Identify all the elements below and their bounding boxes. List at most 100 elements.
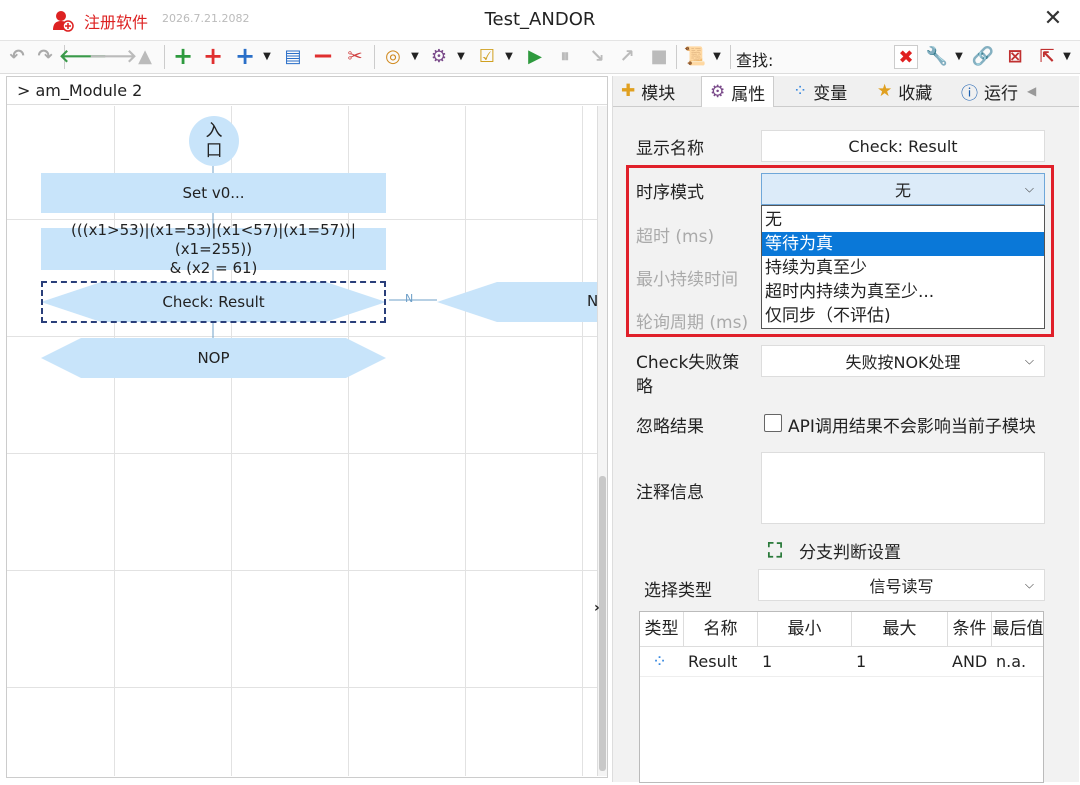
row-last-value[interactable]: n.a. <box>992 648 1026 676</box>
row-name[interactable]: Result <box>684 648 737 676</box>
ignore-result-label: 忽略结果 <box>636 417 704 437</box>
gear-icon[interactable]: ⚙ <box>428 45 450 67</box>
stop-icon[interactable]: ■ <box>648 45 670 67</box>
fail-policy-label: Check失败策 <box>636 353 740 373</box>
gear-icon: ⚙ <box>710 82 726 102</box>
target-icon[interactable]: ◎ <box>382 45 404 67</box>
column-header-condition[interactable]: 条件 <box>948 612 992 646</box>
chevron-down-icon[interactable]: ▼ <box>706 45 728 67</box>
arrow-up-icon[interactable]: ▲ <box>134 45 156 67</box>
chevron-down-icon[interactable]: ▼ <box>948 45 970 67</box>
tab-favorites[interactable]: ★ 收藏 <box>877 76 932 106</box>
tab-modules[interactable]: ✚ 模块 <box>621 76 675 106</box>
fail-policy-label-cont: 略 <box>636 377 653 397</box>
chevron-down-icon[interactable]: ▼ <box>256 45 278 67</box>
column-header-max[interactable]: 最大 <box>852 612 948 646</box>
clear-search-icon[interactable]: ✖ <box>894 45 918 69</box>
timing-option-wait-true[interactable]: 等待为真 <box>762 232 1044 256</box>
select-type-dropdown[interactable]: 信号读写 ⌵ <box>758 569 1045 601</box>
timing-mode-label: 时序模式 <box>636 183 704 203</box>
undo-icon[interactable]: ↶ <box>6 45 28 67</box>
tab-properties[interactable]: ⚙ 属性 <box>701 76 775 107</box>
timeout-label: 超时 (ms) <box>636 227 715 247</box>
chevron-down-icon[interactable]: ▼ <box>450 45 472 67</box>
timing-mode-select[interactable]: 无 ⌵ <box>761 173 1045 205</box>
close-window-button[interactable]: ✕ <box>1040 6 1066 32</box>
add-blue-icon[interactable]: + <box>234 42 256 70</box>
row-max[interactable]: 1 <box>852 648 866 676</box>
scrollbar-thumb[interactable] <box>599 476 606 771</box>
fail-policy-select[interactable]: 失败按NOK处理 ⌵ <box>761 345 1045 377</box>
chevron-down-icon[interactable]: ▼ <box>404 45 426 67</box>
tab-variables[interactable]: ⁘ 变量 <box>793 76 847 106</box>
chevron-down-icon[interactable]: ▼ <box>1056 45 1078 67</box>
step-out-icon[interactable]: ↗ <box>616 45 638 67</box>
flow-editor-pane: > am_Module 2 入 口 Set v0... (((x1>53)|(x… <box>6 76 608 778</box>
flow-canvas[interactable]: 入 口 Set v0... (((x1>53)|(x1=53)|(x1<57)|… <box>7 106 607 776</box>
timing-option-hold-within-timeout[interactable]: 超时内持续为真至少... <box>762 280 1044 304</box>
breadcrumb[interactable]: > am_Module 2 <box>7 77 607 105</box>
display-name-label: 显示名称 <box>636 139 704 159</box>
remove-icon[interactable]: − <box>312 41 334 71</box>
paste-icon[interactable]: ▤ <box>282 45 304 67</box>
script-icon[interactable]: 📜 <box>684 45 706 67</box>
step-into-icon[interactable]: ↘ <box>586 45 608 67</box>
check-node[interactable]: Check: Result <box>41 281 386 323</box>
entry-node[interactable]: 入 口 <box>189 116 239 166</box>
pause-icon[interactable]: ⏸ <box>554 45 576 67</box>
column-header-name[interactable]: 名称 <box>684 612 758 646</box>
timing-option-hold-true[interactable]: 持续为真至少 <box>762 256 1044 280</box>
chevron-down-icon[interactable]: ▼ <box>498 45 520 67</box>
add-red-icon[interactable]: + <box>202 42 224 70</box>
set-node[interactable]: Set v0... <box>41 173 386 213</box>
column-header-type[interactable]: 类型 <box>640 612 684 646</box>
branch-n-label: N <box>405 292 414 305</box>
arrow-right-icon[interactable]: 🡒 <box>89 45 137 67</box>
fail-policy-value: 失败按NOK处理 <box>845 353 961 372</box>
branch-check-icon[interactable]: ⛶ <box>768 538 790 562</box>
title-bar: 注册软件 2026.7.21.2082 Test_ANDOR ✕ <box>0 0 1080 41</box>
tab-bar: ✚ 模块 ⚙ 属性 ⁘ 变量 ★ 收藏 ⓘ 运行 ◀ <box>613 76 1079 107</box>
column-header-last-value[interactable]: 最后值 <box>992 612 1044 646</box>
star-icon: ★ <box>877 81 893 101</box>
comment-label: 注释信息 <box>636 483 704 503</box>
condition-node[interactable]: (((x1>53)|(x1=53)|(x1<57)|(x1=57))|(x1=2… <box>41 221 386 277</box>
signal-table: 类型 名称 最小 最大 条件 最后值 ⁘ Result 1 1 AND n.a. <box>639 611 1044 783</box>
find-label: 查找: <box>736 51 774 70</box>
comment-textarea[interactable] <box>761 452 1045 524</box>
tab-scroll-left-icon[interactable]: ◀ <box>1027 76 1036 106</box>
collapse-panel-icon[interactable]: › <box>594 600 600 616</box>
info-icon: ⓘ <box>961 83 978 104</box>
signal-type-icon: ⁘ <box>652 651 668 672</box>
window-close-icon[interactable]: ⊠ <box>1004 45 1026 67</box>
chevron-down-icon: ⌵ <box>1024 577 1034 592</box>
nop-node[interactable]: NOP <box>41 338 386 378</box>
export-icon[interactable]: ⇱ <box>1036 45 1058 67</box>
toolbar: ↶ ↷ 🡐 🡒 ▲ + + + ▼ ▤ − ✂ ◎ ▼ ⚙ ▼ ☑ ▼ ▶ ⏸ … <box>0 41 1080 74</box>
branch-settings-label[interactable]: 分支判断设置 <box>799 538 901 563</box>
wrench-icon[interactable]: 🔧 <box>926 45 948 67</box>
tab-run[interactable]: ⓘ 运行 <box>961 76 1018 106</box>
redo-icon[interactable]: ↷ <box>34 45 56 67</box>
link-icon[interactable]: 🔗 <box>972 45 994 67</box>
timing-mode-dropdown: 无 等待为真 持续为真至少 超时内持续为真至少... 仅同步（不评估) <box>761 205 1045 329</box>
display-name-field[interactable]: Check: Result <box>761 130 1045 162</box>
dots-icon: ⁘ <box>793 81 808 101</box>
row-condition[interactable]: AND <box>948 648 987 676</box>
timing-option-none[interactable]: 无 <box>762 208 1044 232</box>
play-icon[interactable]: ▶ <box>524 45 546 67</box>
n-branch-node-shape <box>437 282 607 322</box>
cut-icon[interactable]: ✂ <box>344 45 366 67</box>
checklist-icon[interactable]: ☑ <box>476 45 498 67</box>
vertical-scrollbar[interactable] <box>597 106 607 776</box>
puzzle-icon: ✚ <box>621 81 636 101</box>
poll-period-label: 轮询周期 (ms) <box>636 313 749 333</box>
column-header-min[interactable]: 最小 <box>758 612 852 646</box>
row-min[interactable]: 1 <box>758 648 772 676</box>
chevron-down-icon: ⌵ <box>1024 353 1034 368</box>
ignore-result-checkbox[interactable] <box>764 414 782 432</box>
min-duration-label: 最小持续时间 <box>636 270 738 290</box>
add-green-icon[interactable]: + <box>172 42 194 70</box>
timing-option-sync-only[interactable]: 仅同步（不评估) <box>762 304 1044 328</box>
timing-mode-value: 无 <box>894 181 911 200</box>
